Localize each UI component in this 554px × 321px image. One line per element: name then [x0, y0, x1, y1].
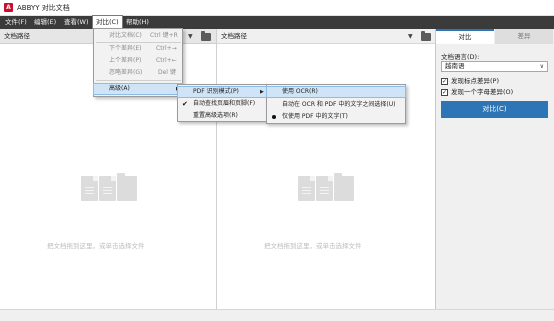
checkmark-icon: ✔	[182, 100, 188, 108]
document-language-select[interactable]: 越南语 ∨	[441, 61, 548, 72]
tab-compare[interactable]: 对比	[436, 29, 494, 44]
punctuation-diff-checkbox[interactable]: ✓	[441, 78, 448, 85]
tab-differences[interactable]: 差异	[495, 29, 553, 44]
menu-item-label: 忽略差异(G)	[109, 69, 143, 76]
menu-item-label: 仅使用 PDF 中的文字(T)	[282, 113, 348, 120]
left-drop-hint: 把文档拖到这里，或单击选择文件	[47, 242, 145, 250]
punctuation-diff-label: 发现标点差异(P)	[451, 77, 499, 85]
menu-view[interactable]: 查看(W)	[61, 16, 92, 29]
window-title: ABBYY 对比文档	[17, 4, 70, 12]
menu-item-label: 使用 OCR(R)	[282, 88, 318, 95]
menu-item-next-difference[interactable]: 下个差异(E) Ctrl+→	[94, 44, 182, 54]
menu-item-reset-advanced-options[interactable]: 重置高级选项(R)	[178, 111, 266, 121]
menu-item-auto-detect-header-footer[interactable]: ✔ 自动查找页眉和页脚(F)	[178, 99, 266, 109]
left-path-dropdown-icon[interactable]: ▼	[188, 29, 193, 44]
right-path-dropdown-icon[interactable]: ▼	[408, 29, 413, 44]
right-document-path-label: 文档路径	[221, 32, 247, 40]
menu-item-pdf-recognition-mode[interactable]: PDF 识别模式(P) ▶	[177, 86, 267, 98]
menu-edit[interactable]: 编辑(E)	[31, 16, 59, 29]
pdf-mode-submenu: 使用 OCR(R) 自动在 OCR 和 PDF 中的文字之间选择(U) 仅使用 …	[266, 84, 406, 124]
menu-item-previous-difference[interactable]: 上个差异(P) Ctrl+←	[94, 56, 182, 66]
menu-item-shortcut: Ctrl 键+R	[150, 32, 178, 39]
punctuation-diff-option[interactable]: ✓ 发现标点差异(P)	[441, 77, 548, 86]
menu-item-shortcut: Ctrl+←	[156, 57, 177, 64]
menu-item-label: 高级(A)	[109, 85, 130, 92]
menu-item-label: PDF 识别模式(P)	[193, 88, 239, 95]
menu-item-shortcut: Del 键	[158, 69, 176, 76]
menu-item-auto-choose-ocr-or-pdf-text[interactable]: 自动在 OCR 和 PDF 中的文字之间选择(U)	[267, 100, 405, 110]
menu-item-label: 对比文档(C)	[109, 32, 142, 39]
title-bar: A ABBYY 对比文档	[0, 0, 554, 16]
right-drop-hint: 把文档拖到这里，或单击选择文件	[264, 242, 362, 250]
menu-file[interactable]: 文件(F)	[2, 16, 30, 29]
menu-item-ignore-difference[interactable]: 忽略差异(G) Del 键	[94, 68, 182, 78]
compare-sidebar: 对比 差异 文档语言(D): 越南语 ∨ ✓ 发现标点差异(P) ✓ 发现一个字…	[436, 29, 554, 309]
chevron-down-icon: ∨	[539, 63, 544, 70]
radio-selected-icon	[272, 115, 276, 119]
menu-item-label: 重置高级选项(R)	[193, 112, 238, 119]
menu-separator	[96, 42, 181, 43]
single-letter-diff-label: 发现一个字母差异(O)	[451, 88, 514, 96]
single-letter-diff-option[interactable]: ✓ 发现一个字母差异(O)	[441, 88, 548, 97]
right-documents-folder-icon	[298, 172, 354, 206]
right-document-path-bar[interactable]: 文档路径 ▼	[217, 29, 435, 44]
compare-button[interactable]: 对比(C)	[441, 101, 548, 118]
menu-item-label: 上个差异(P)	[109, 57, 142, 64]
menu-item-use-ocr[interactable]: 使用 OCR(R)	[266, 86, 406, 98]
menu-item-label: 自动在 OCR 和 PDF 中的文字之间选择(U)	[282, 101, 396, 108]
right-open-folder-icon[interactable]	[421, 31, 431, 41]
menu-item-advanced[interactable]: 高级(A) ▶	[93, 83, 183, 95]
menu-separator	[96, 80, 181, 81]
abbyy-app-icon: A	[4, 3, 13, 12]
compare-menu: 对比文档(C) Ctrl 键+R 下个差异(E) Ctrl+→ 上个差异(P) …	[93, 28, 183, 97]
menu-bar: 文件(F) 编辑(E) 查看(W) 对比(C) 帮助(H)	[0, 15, 554, 30]
status-bar	[0, 309, 554, 321]
left-document-path-label: 文档路径	[4, 32, 30, 40]
menu-item-label: 下个差异(E)	[109, 45, 142, 52]
document-language-label: 文档语言(D):	[441, 53, 480, 61]
document-language-value: 越南语	[445, 62, 465, 70]
menu-item-shortcut: Ctrl+→	[156, 45, 177, 52]
menu-item-pdf-text-only[interactable]: 仅使用 PDF 中的文字(T)	[267, 112, 405, 122]
submenu-arrow-icon: ▶	[260, 89, 264, 95]
advanced-submenu: PDF 识别模式(P) ▶ ✔ 自动查找页眉和页脚(F) 重置高级选项(R)	[177, 84, 267, 122]
menu-item-compare-documents[interactable]: 对比文档(C) Ctrl 键+R	[94, 31, 182, 41]
single-letter-diff-checkbox[interactable]: ✓	[441, 89, 448, 96]
menu-item-label: 自动查找页眉和页脚(F)	[193, 100, 256, 107]
left-documents-folder-icon	[81, 172, 137, 206]
left-open-folder-icon[interactable]	[201, 31, 211, 41]
